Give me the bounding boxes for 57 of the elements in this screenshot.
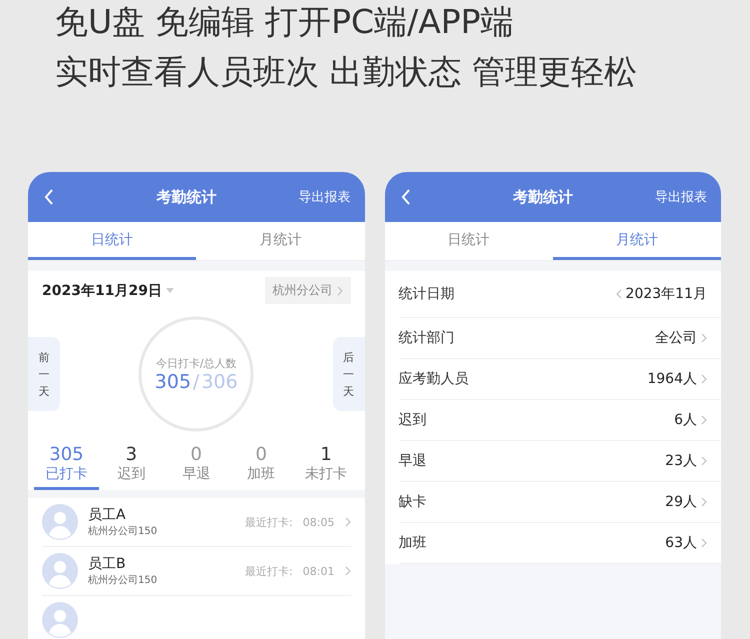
count-separator: / (193, 370, 200, 392)
avatar-icon (42, 504, 78, 540)
row-label: 统计部门 (398, 329, 454, 347)
chevron-left-icon (616, 289, 622, 299)
chevron-right-icon (701, 415, 707, 425)
next-day-button[interactable]: 后一天 (332, 337, 364, 411)
last-punch-time: 08:01 (302, 564, 334, 578)
back-icon[interactable] (44, 189, 54, 205)
last-punch-label: 最近打卡: (245, 564, 293, 578)
dropdown-icon (166, 288, 174, 293)
stat-tab[interactable]: 305 已打卡 (34, 444, 99, 490)
row-value[interactable]: 29人 (665, 493, 707, 511)
row-value[interactable]: 6人 (674, 411, 707, 429)
tab[interactable]: 日统计 (384, 222, 553, 260)
row-label: 应考勤人员 (398, 370, 468, 388)
chevron-right-icon (344, 566, 350, 576)
chevron-right-icon (701, 374, 707, 384)
avatar-icon (42, 553, 78, 589)
date-picker[interactable]: 2023年11月29日 (42, 282, 174, 300)
month-picker[interactable]: 2023年11月 (616, 285, 707, 303)
ring-caption: 今日打卡/总人数 (156, 356, 237, 370)
row-label: 迟到 (398, 411, 426, 429)
row-value[interactable]: 全公司 (655, 329, 707, 347)
total-count: 306 (201, 370, 238, 392)
stat-tab[interactable]: 1 未打卡 (294, 444, 359, 490)
checked-in-count: 305 (154, 370, 192, 392)
employee-name: 员工A (88, 506, 127, 524)
screen-title: 考勤统计 (512, 188, 574, 206)
tab[interactable]: 月统计 (196, 222, 364, 260)
stat-tab[interactable]: 0 加班 (228, 444, 294, 490)
screen-title: 考勤统计 (155, 188, 218, 206)
employee-name: 员工B (88, 555, 127, 573)
chevron-right-icon (344, 517, 350, 527)
chevron-right-icon (336, 286, 342, 296)
row-label: 缺卡 (398, 493, 426, 511)
previous-day-button[interactable]: 前一天 (28, 337, 60, 411)
stat-tab[interactable]: 0 早退 (164, 444, 229, 490)
last-punch-time: 08:05 (302, 516, 334, 528)
row-label: 加班 (398, 534, 426, 552)
chevron-right-icon (701, 497, 707, 507)
last-punch-label: 最近打卡: (245, 514, 293, 530)
headline: 免U盘 免编辑 打开PC端/APP端 (55, 1, 515, 43)
export-link[interactable]: 导出报表 (284, 188, 364, 206)
chevron-right-icon (701, 333, 707, 343)
employee-department: 杭州分公司150 (88, 574, 158, 587)
stat-tab[interactable]: 3 迟到 (98, 444, 164, 490)
employee-department: 杭州分公司150 (88, 524, 158, 538)
row-value[interactable]: 1964人 (647, 370, 707, 388)
row-label: 早退 (398, 452, 426, 470)
row-value[interactable]: 23人 (665, 452, 707, 470)
headline: 实时查看人员班次 出勤状态 管理更轻松 (55, 51, 638, 93)
row-value[interactable]: 63人 (665, 534, 707, 552)
back-icon[interactable] (400, 189, 410, 205)
export-link[interactable]: 导出报表 (641, 188, 721, 206)
chevron-right-icon (701, 538, 707, 548)
row-label: 统计日期 (398, 285, 454, 303)
chevron-right-icon (701, 456, 707, 466)
